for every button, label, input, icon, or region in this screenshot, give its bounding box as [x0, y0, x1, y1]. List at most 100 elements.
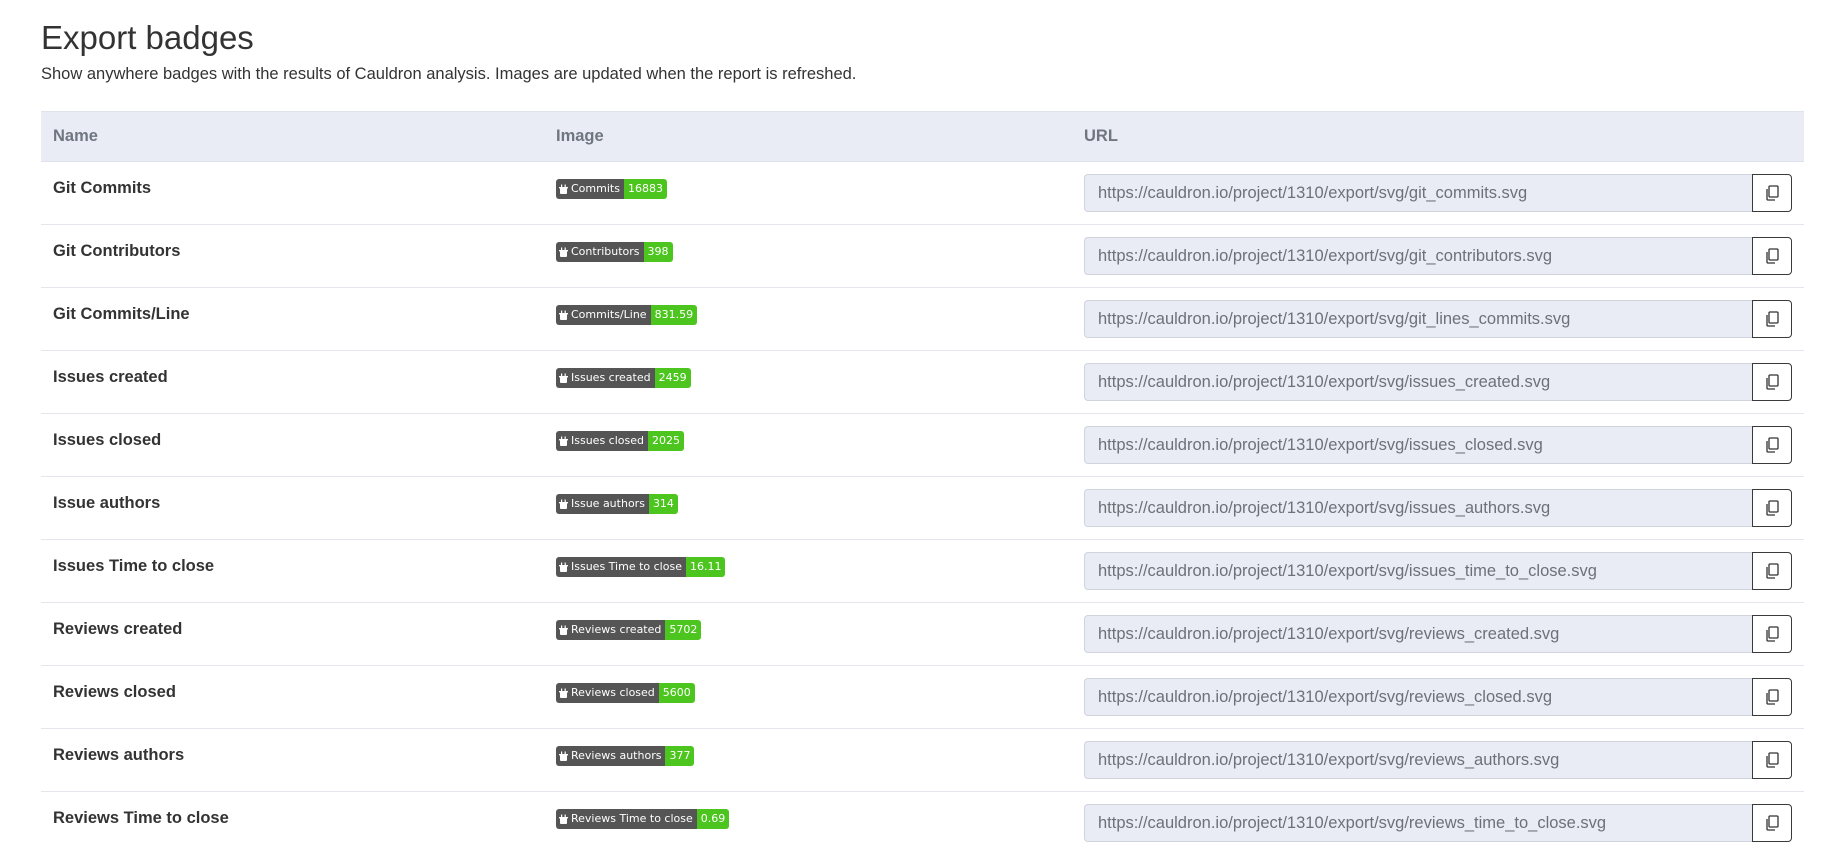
url-input-group: [1084, 489, 1792, 527]
copy-url-button[interactable]: [1752, 615, 1792, 653]
badge-name-text: Issues Time to close: [53, 557, 215, 575]
badge-image-cell: Reviews Time to close 0.69: [544, 792, 1072, 855]
badge-url-input[interactable]: [1084, 678, 1752, 716]
badge-url-input[interactable]: [1084, 237, 1752, 275]
badge-label-text: Issues created: [571, 371, 651, 384]
copy-icon: [1766, 815, 1779, 831]
badge-url-input[interactable]: [1084, 426, 1752, 464]
badge-image-cell: Issues closed 2025: [544, 414, 1072, 477]
badge-name-text: Git Contributors: [53, 242, 181, 260]
badge-name-text: Reviews Time to close: [53, 809, 229, 827]
badge-url-cell: [1072, 351, 1804, 414]
badge-image-cell: Reviews created 5702: [544, 603, 1072, 666]
badge-value: 5600: [658, 683, 695, 703]
badge-url-cell: [1072, 162, 1804, 225]
copy-icon: [1766, 626, 1779, 642]
copy-icon: [1766, 437, 1779, 453]
badge-url-input[interactable]: [1084, 804, 1752, 842]
cauldron-icon: [559, 814, 568, 824]
table-body: Git Commits Commits 16883 https://cauldr…: [41, 162, 1804, 855]
table-row: Issues closed Issues closed 2025: [41, 414, 1804, 477]
table-row: Reviews closed Reviews closed 5600: [41, 666, 1804, 729]
copy-icon: [1766, 563, 1779, 579]
url-input-group: [1084, 426, 1792, 464]
badges-table: Name Image URL Git Commits Commits 16883…: [41, 111, 1804, 855]
table-row: Reviews authors Reviews authors 377: [41, 729, 1804, 792]
column-header-image: Image: [544, 111, 1072, 162]
badge-url-cell: [1072, 603, 1804, 666]
badge-name: Issues Time to close: [41, 540, 544, 603]
badge-image-cell: Issues Time to close 16.11: [544, 540, 1072, 603]
url-input-group: [1084, 300, 1792, 338]
copy-url-button[interactable]: [1752, 741, 1792, 779]
badge-name: Git Commits/Line: [41, 288, 544, 351]
copy-icon: [1766, 311, 1779, 327]
badge-image-cell: Commits/Line 831.59: [544, 288, 1072, 351]
badge-label-text: Issue authors: [571, 497, 645, 510]
copy-url-button[interactable]: [1752, 552, 1792, 590]
badge-image: Commits/Line 831.59: [556, 305, 698, 325]
copy-url-button[interactable]: [1752, 489, 1792, 527]
badge-url-input[interactable]: [1084, 363, 1752, 401]
badge-image-cell: Contributors 398: [544, 225, 1072, 288]
badge-name-text: Reviews created: [53, 620, 183, 638]
export-badges-page: Export badges Show anywhere badges with …: [0, 0, 1835, 858]
badge-url-input[interactable]: [1084, 552, 1752, 590]
badge-value: 5702: [665, 620, 702, 640]
badge-url-input[interactable]: [1084, 489, 1752, 527]
table-row: Issues created Issues created 2459: [41, 351, 1804, 414]
badge-url-cell: [1072, 414, 1804, 477]
cauldron-icon: [559, 247, 568, 257]
badge-label: Issues Time to close: [556, 557, 686, 577]
cauldron-icon: [559, 436, 568, 446]
cauldron-icon: [559, 499, 568, 509]
badge-value: 16.11: [685, 557, 726, 577]
column-header-url: URL: [1072, 111, 1804, 162]
badge-label-text: Contributors: [571, 245, 640, 258]
badge-label-text: Reviews Time to close: [571, 812, 693, 825]
badge-url-input[interactable]: [1084, 300, 1752, 338]
table-row: Issues Time to close Issues Time to clos…: [41, 540, 1804, 603]
table-row: Reviews Time to close Reviews Time to cl…: [41, 792, 1804, 855]
badge-url-cell: [1072, 792, 1804, 855]
badge-url-input[interactable]: [1084, 741, 1752, 779]
table-header-row: Name Image URL: [41, 111, 1804, 162]
badge-url-input[interactable]: [1084, 174, 1752, 212]
badge-name: Git Commits: [41, 162, 544, 225]
badge-value: 314: [648, 494, 678, 514]
badge-label: Issues created: [556, 368, 655, 388]
badge-name-text: Issues created: [53, 368, 168, 386]
badge-image: Reviews authors 377: [556, 746, 695, 766]
badge-name: Issues closed: [41, 414, 544, 477]
badge-value: 831.59: [650, 305, 698, 325]
copy-url-button[interactable]: [1752, 426, 1792, 464]
copy-url-button[interactable]: [1752, 174, 1792, 212]
url-input-group: [1084, 552, 1792, 590]
copy-url-button[interactable]: [1752, 237, 1792, 275]
badge-label: Contributors: [556, 242, 644, 262]
badge-url-cell: [1072, 729, 1804, 792]
copy-url-button[interactable]: [1752, 678, 1792, 716]
badge-label-text: Issues Time to close: [571, 560, 682, 573]
copy-url-button[interactable]: [1752, 363, 1792, 401]
badge-label-text: Commits: [571, 182, 620, 195]
cauldron-icon: [559, 373, 568, 383]
badge-url-cell: [1072, 540, 1804, 603]
cauldron-icon: [559, 751, 568, 761]
url-input-group: [1084, 804, 1792, 842]
badge-label-text: Commits/Line: [571, 308, 647, 321]
badge-image: Issue authors 314: [556, 494, 678, 514]
url-input-group: [1084, 237, 1792, 275]
badge-label: Reviews closed: [556, 683, 659, 703]
badge-image: Reviews closed 5600: [556, 683, 695, 703]
badge-value: 16883: [623, 179, 667, 199]
table-row: Git Commits/Line Commits/Line 831.59: [41, 288, 1804, 351]
copy-url-button[interactable]: [1752, 804, 1792, 842]
badge-url-cell: [1072, 225, 1804, 288]
badge-value: 2459: [654, 368, 691, 388]
badge-url-cell: [1072, 477, 1804, 540]
badge-url-input[interactable]: [1084, 615, 1752, 653]
url-input-group: [1084, 174, 1792, 212]
badge-label-text: Issues closed: [571, 434, 644, 447]
copy-url-button[interactable]: [1752, 300, 1792, 338]
